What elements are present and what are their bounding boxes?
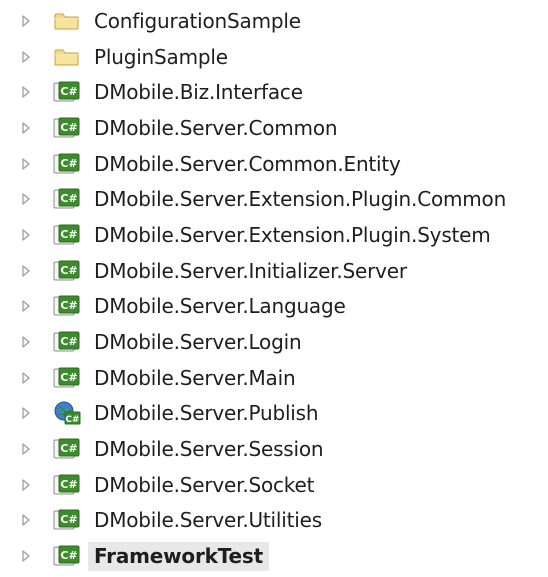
tree-item[interactable]: ConfigurationSample: [0, 3, 548, 39]
tree-item[interactable]: C# DMobile.Server.Utilities: [0, 503, 548, 539]
csharp-project-icon: C#: [52, 81, 82, 103]
tree-item-label: DMobile.Server.Session: [94, 437, 324, 462]
expand-arrow-icon[interactable]: [19, 371, 33, 385]
expand-arrow-icon[interactable]: [19, 299, 33, 313]
tree-item-label: DMobile.Server.Socket: [94, 472, 315, 497]
tree-item-label: FrameworkTest: [88, 541, 269, 571]
expand-arrow-icon[interactable]: [19, 192, 33, 206]
tree-item[interactable]: C# DMobile.Server.Language: [0, 289, 548, 325]
expand-arrow-icon[interactable]: [19, 264, 33, 278]
csharp-project-icon: C#: [52, 224, 82, 246]
tree-item[interactable]: C# FrameworkTest: [0, 538, 548, 574]
csharp-project-icon: C#: [52, 153, 82, 175]
tree-item-label: DMobile.Server.Login: [94, 330, 302, 355]
tree-item-label: DMobile.Server.Extension.Plugin.System: [94, 222, 491, 247]
csharp-project-icon: C#: [52, 260, 82, 282]
expand-arrow-icon[interactable]: [19, 121, 33, 135]
expand-arrow-icon[interactable]: [19, 85, 33, 99]
tree-item-label: DMobile.Server.Publish: [94, 401, 319, 426]
expand-arrow-icon[interactable]: [19, 406, 33, 420]
svg-text:C#: C#: [60, 157, 77, 170]
svg-text:C#: C#: [60, 549, 77, 562]
solution-explorer-tree: ConfigurationSample PluginSample C# DMobile…: [0, 0, 548, 574]
svg-text:C#: C#: [60, 228, 77, 241]
csharp-project-icon: C#: [52, 188, 82, 210]
expand-arrow-icon[interactable]: [19, 50, 33, 64]
csharp-project-icon: C#: [52, 367, 82, 389]
expand-arrow-icon[interactable]: [19, 228, 33, 242]
tree-item[interactable]: C# DMobile.Server.Common.Entity: [0, 146, 548, 182]
svg-text:C#: C#: [60, 192, 77, 205]
expand-arrow-icon[interactable]: [19, 513, 33, 527]
svg-text:C#: C#: [60, 85, 77, 98]
tree-item-label: DMobile.Server.Initializer.Server: [94, 258, 407, 283]
svg-text:C#: C#: [60, 442, 77, 455]
svg-text:C#: C#: [60, 299, 77, 312]
tree-item-label: DMobile.Server.Common: [94, 115, 338, 140]
tree-item[interactable]: C# DMobile.Server.Socket: [0, 467, 548, 503]
csharp-project-icon: C#: [52, 474, 82, 496]
tree-item-label: ConfigurationSample: [94, 8, 301, 33]
expand-arrow-icon[interactable]: [19, 335, 33, 349]
svg-text:C#: C#: [60, 335, 77, 348]
csharp-project-icon: C#: [52, 117, 82, 139]
tree-item[interactable]: C# DMobile.Server.Login: [0, 324, 548, 360]
tree-item[interactable]: C# DMobile.Server.Publish: [0, 396, 548, 432]
csharp-web-project-icon: C#: [52, 401, 82, 425]
tree-item[interactable]: C# DMobile.Server.Extension.Plugin.System: [0, 217, 548, 253]
expand-arrow-icon[interactable]: [19, 14, 33, 28]
tree-item[interactable]: C# DMobile.Server.Main: [0, 360, 548, 396]
csharp-project-icon: C#: [52, 545, 82, 567]
svg-text:C#: C#: [60, 121, 77, 134]
tree-item-label: DMobile.Server.Main: [94, 365, 296, 390]
tree-item[interactable]: C# DMobile.Server.Extension.Plugin.Common: [0, 181, 548, 217]
csharp-project-icon: C#: [52, 438, 82, 460]
svg-text:C#: C#: [60, 371, 77, 384]
tree-item[interactable]: PluginSample: [0, 39, 548, 75]
tree-item[interactable]: C# DMobile.Server.Session: [0, 431, 548, 467]
tree-item-label: DMobile.Server.Extension.Plugin.Common: [94, 187, 507, 212]
expand-arrow-icon[interactable]: [19, 442, 33, 456]
tree-item-label: DMobile.Server.Utilities: [94, 508, 322, 533]
csharp-project-icon: C#: [52, 509, 82, 531]
tree-item[interactable]: C# DMobile.Biz.Interface: [0, 74, 548, 110]
svg-text:C#: C#: [65, 415, 79, 425]
folder-icon: [52, 10, 82, 32]
svg-text:C#: C#: [60, 478, 77, 491]
folder-icon: [52, 46, 82, 68]
expand-arrow-icon[interactable]: [19, 157, 33, 171]
expand-arrow-icon[interactable]: [19, 478, 33, 492]
tree-item-label: DMobile.Biz.Interface: [94, 80, 303, 105]
tree-item-label: PluginSample: [94, 44, 228, 69]
expand-arrow-icon[interactable]: [19, 549, 33, 563]
tree-item-label: DMobile.Server.Language: [94, 294, 346, 319]
svg-text:C#: C#: [60, 513, 77, 526]
tree-item[interactable]: C# DMobile.Server.Common: [0, 110, 548, 146]
tree-item[interactable]: C# DMobile.Server.Initializer.Server: [0, 253, 548, 289]
csharp-project-icon: C#: [52, 331, 82, 353]
svg-text:C#: C#: [60, 264, 77, 277]
tree-item-label: DMobile.Server.Common.Entity: [94, 151, 401, 176]
csharp-project-icon: C#: [52, 295, 82, 317]
